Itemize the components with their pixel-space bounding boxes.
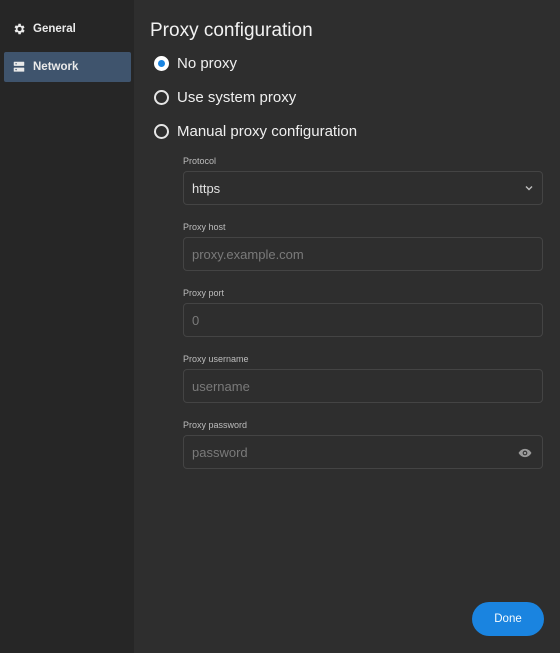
- sidebar: General Network: [0, 0, 134, 653]
- server-icon: [12, 60, 26, 74]
- option-no-proxy[interactable]: No proxy: [154, 46, 544, 80]
- main-panel: Proxy configuration No proxy Use system …: [134, 0, 560, 653]
- option-system-proxy[interactable]: Use system proxy: [154, 80, 544, 114]
- option-manual-proxy[interactable]: Manual proxy configuration: [154, 114, 544, 148]
- proxy-host-input[interactable]: proxy.example.com: [183, 237, 543, 271]
- sidebar-item-label: Network: [33, 61, 79, 73]
- radio-system-proxy[interactable]: [154, 89, 169, 105]
- protocol-value: https: [192, 180, 221, 196]
- sidebar-item-general[interactable]: General: [4, 14, 131, 44]
- proxy-host-placeholder: proxy.example.com: [192, 246, 304, 262]
- proxy-port-input[interactable]: 0: [183, 303, 543, 337]
- protocol-select[interactable]: https: [183, 171, 543, 205]
- page-title: Proxy configuration: [150, 20, 313, 41]
- option-label: Manual proxy configuration: [177, 122, 358, 140]
- done-button[interactable]: Done: [472, 602, 544, 636]
- option-label: No proxy: [177, 54, 238, 72]
- option-label: Use system proxy: [177, 88, 297, 106]
- gear-icon: [12, 22, 26, 36]
- sidebar-item-label: General: [33, 23, 76, 35]
- sidebar-item-network[interactable]: Network: [4, 52, 131, 82]
- proxy-username-label: Proxy username: [183, 354, 249, 364]
- manual-proxy-fields: Protocol https Proxy host proxy.example.…: [183, 156, 543, 469]
- proxy-port-placeholder: 0: [192, 312, 200, 328]
- protocol-label: Protocol: [183, 156, 217, 166]
- proxy-host-label: Proxy host: [183, 222, 226, 232]
- proxy-password-label: Proxy password: [183, 420, 248, 430]
- eye-icon[interactable]: [518, 447, 532, 459]
- proxy-username-input[interactable]: username: [183, 369, 543, 403]
- proxy-port-label: Proxy port: [183, 288, 225, 298]
- proxy-username-placeholder: username: [192, 378, 250, 394]
- proxy-password-placeholder: password: [192, 444, 248, 460]
- chevron-down-icon: [525, 186, 533, 191]
- radio-manual-proxy[interactable]: [154, 123, 169, 139]
- proxy-password-input[interactable]: password: [183, 435, 543, 469]
- radio-no-proxy[interactable]: [154, 55, 169, 71]
